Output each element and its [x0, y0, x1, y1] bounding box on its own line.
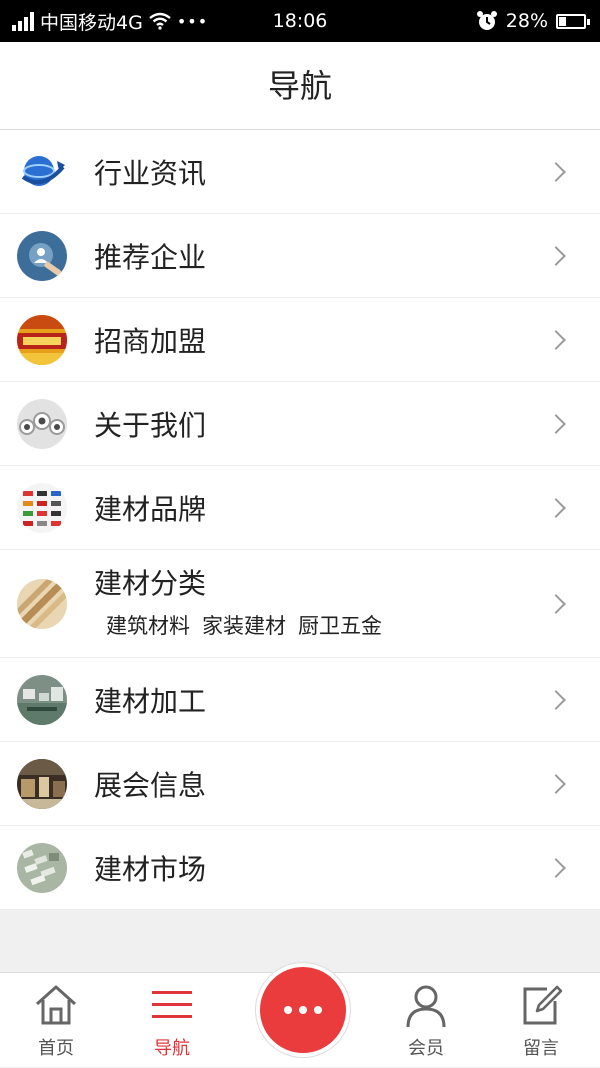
brand-logos-icon	[17, 482, 67, 533]
menu-label: 展会信息	[94, 768, 207, 802]
menu-item-recommended-companies[interactable]: 推荐企业	[0, 214, 600, 298]
chevron-right-icon	[546, 245, 566, 266]
dot	[284, 1006, 292, 1014]
chevron-right-icon	[546, 689, 566, 710]
tab-message[interactable]: 留言	[491, 973, 591, 1068]
status-right: 28%	[476, 0, 590, 42]
globe-news-icon	[17, 146, 67, 197]
menu-item-market[interactable]: 建材市场	[0, 826, 600, 910]
home-icon	[35, 985, 77, 1025]
chevron-right-icon	[546, 413, 566, 434]
menu-label: 建材分类	[94, 567, 207, 600]
chevron-right-icon	[546, 497, 566, 518]
tab-home-label: 首页	[38, 1038, 74, 1059]
battery-icon	[556, 13, 590, 29]
tab-member-label: 会员	[408, 1038, 444, 1059]
nav-menu: 行业资讯 推荐企业 招商加盟 关于我们 建材品牌 建材分类 建筑材料 家装建材 …	[0, 130, 600, 910]
factory-icon	[17, 674, 67, 725]
tab-member[interactable]: 会员	[376, 973, 476, 1068]
investment-banner-icon	[17, 314, 67, 365]
menu-label: 建材品牌	[94, 492, 207, 526]
signal-icon	[12, 11, 34, 31]
menu-label: 招商加盟	[94, 324, 207, 358]
menu-item-brands[interactable]: 建材品牌	[0, 466, 600, 550]
chevron-right-icon	[546, 161, 566, 182]
tab-nav-label: 导航	[154, 1038, 190, 1059]
menu-label: 建材市场	[94, 852, 207, 886]
more-actions-button[interactable]	[256, 963, 350, 1057]
exhibition-hall-icon	[17, 758, 67, 809]
market-aerial-icon	[17, 842, 67, 893]
chevron-right-icon	[546, 329, 566, 350]
dot	[299, 1006, 307, 1014]
wood-planks-icon	[17, 578, 67, 629]
chevron-right-icon	[546, 593, 566, 614]
menu-lines-icon	[152, 991, 192, 1018]
dot	[314, 1006, 322, 1014]
status-left: 中国移动4G •••	[12, 0, 208, 42]
user-icon	[406, 985, 446, 1028]
tag-building-materials[interactable]: 建筑材料	[106, 610, 190, 640]
tab-home[interactable]: 首页	[6, 973, 106, 1068]
pipes-icon	[17, 398, 67, 449]
menu-item-about-us[interactable]: 关于我们	[0, 382, 600, 466]
menu-item-exhibitions[interactable]: 展会信息	[0, 742, 600, 826]
wifi-icon	[149, 12, 171, 30]
menu-item-franchise[interactable]: 招商加盟	[0, 298, 600, 382]
battery-percent: 28%	[505, 10, 548, 32]
tab-message-label: 留言	[523, 1038, 559, 1059]
carrier-text: 中国移动4G	[40, 11, 143, 34]
bottom-tab-bar: 首页 导航 会员 留言	[0, 963, 600, 1068]
status-bar: 中国移动4G ••• 18:06 28%	[0, 0, 600, 42]
tab-nav[interactable]: 导航	[122, 973, 222, 1068]
more-dots: •••	[176, 11, 209, 31]
menu-item-categories[interactable]: 建材分类 建筑材料 家装建材 厨卫五金	[0, 550, 600, 658]
business-network-icon	[17, 230, 67, 281]
edit-note-icon	[523, 985, 563, 1025]
alarm-icon	[476, 11, 497, 30]
menu-label: 行业资讯	[94, 156, 207, 190]
chevron-right-icon	[546, 773, 566, 794]
menu-item-processing[interactable]: 建材加工	[0, 658, 600, 742]
menu-label: 建材加工	[94, 684, 207, 718]
chevron-right-icon	[546, 857, 566, 878]
menu-label: 推荐企业	[94, 240, 207, 274]
menu-label: 关于我们	[94, 408, 207, 442]
category-tags: 建筑材料 家装建材 厨卫五金	[106, 610, 382, 640]
tag-kitchen-bath-hardware[interactable]: 厨卫五金	[298, 610, 382, 640]
tag-home-decor[interactable]: 家装建材	[202, 610, 286, 640]
page-title: 导航	[0, 42, 600, 130]
menu-item-industry-news[interactable]: 行业资讯	[0, 130, 600, 214]
